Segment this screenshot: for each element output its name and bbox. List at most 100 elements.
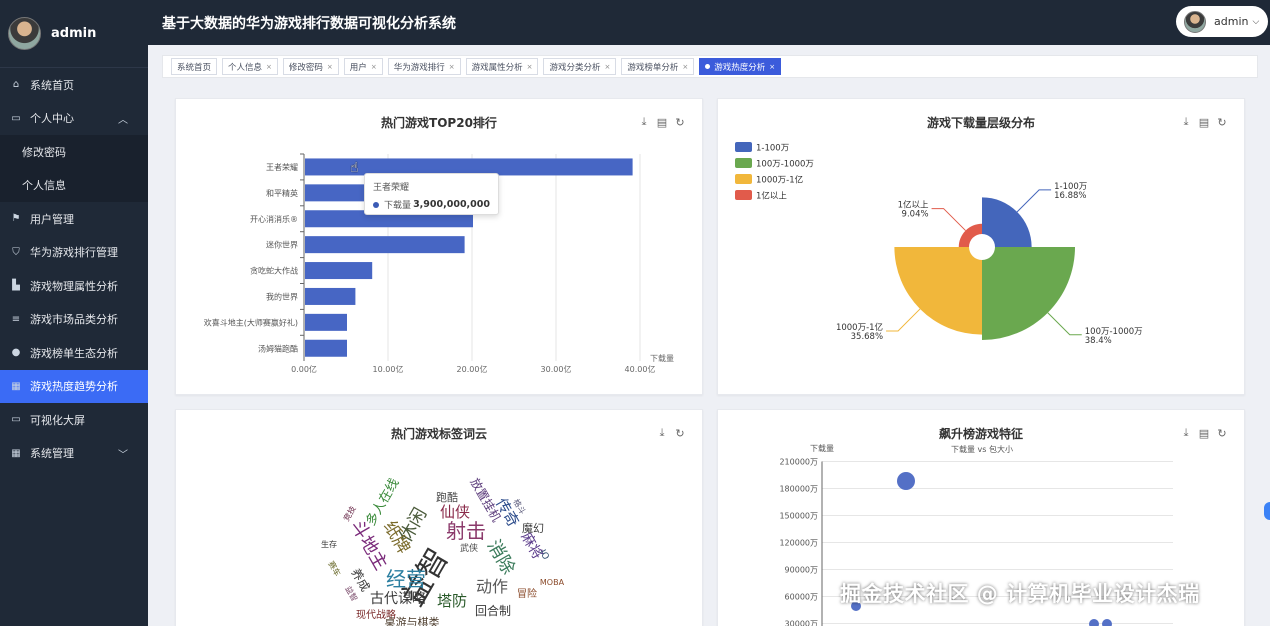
sidebar-menu: ⌂ 系统首页 ▭ 个人中心 ︿ 修改密码 个人信息 ⚑ 用户管理 ⛉ 华为游戏排行管理 ▙ 游戏物理属性… — [0, 68, 148, 470]
word-cloud-word[interactable]: 赛车 — [326, 559, 343, 578]
tab-2[interactable]: 修改密码 × — [282, 58, 339, 75]
word-cloud-word[interactable]: 消除 — [483, 536, 519, 578]
bar[interactable] — [305, 313, 347, 331]
sidebar-item-label: 用户管理 — [30, 212, 74, 226]
tab-8[interactable]: 游戏热度分析 × — [699, 58, 782, 75]
scatter-point[interactable] — [897, 472, 915, 490]
page-title: 基于大数据的华为游戏排行数据可视化分析系统 — [162, 16, 456, 32]
sidebar-item-8[interactable]: ● 游戏榜单生态分析 — [0, 336, 148, 370]
sidebar-item-5[interactable]: ⛉ 华为游戏排行管理 — [0, 236, 148, 270]
word-cloud-word[interactable]: 跑酷 — [436, 490, 458, 504]
trophy-icon: ⛉ — [12, 246, 20, 258]
legend-swatch[interactable] — [735, 190, 752, 200]
flag-icon: ⚑ — [11, 213, 21, 225]
tab-label: 华为游戏排行 — [393, 62, 445, 73]
word-cloud-word[interactable]: 生存 — [321, 539, 337, 549]
tab-label: 用户 — [349, 62, 367, 73]
header-avatar — [1184, 10, 1206, 33]
tab-label: 游戏热度分析 — [714, 62, 766, 73]
legend-swatch[interactable] — [735, 158, 752, 168]
word-cloud-word[interactable]: 经营 — [386, 567, 426, 591]
word-cloud-word[interactable]: 射击 — [446, 519, 486, 543]
legend-label[interactable]: 1-100万 — [756, 144, 789, 154]
bar[interactable] — [305, 236, 465, 254]
downloads-rose-chart[interactable]: 1-100万100万-1000万1000万-1亿1亿以上1-100万16.88%… — [718, 99, 1245, 395]
sidebar-profile[interactable]: admin — [0, 0, 148, 68]
word-cloud-word[interactable]: 武侠 — [460, 542, 478, 554]
tab-3[interactable]: 用户 × — [343, 58, 383, 75]
user-menu-button[interactable]: admin ⌵ — [1176, 6, 1268, 37]
close-icon[interactable]: × — [682, 63, 688, 71]
sidebar-item-6[interactable]: ▙ 游戏物理属性分析 — [0, 269, 148, 303]
tab-0[interactable]: 系统首页 — [171, 58, 218, 75]
sidebar-item-11[interactable]: ▦ 系统管理 ﹀ — [0, 437, 148, 471]
close-icon[interactable]: × — [371, 63, 377, 71]
legend-swatch[interactable] — [735, 174, 752, 184]
word-cloud-word[interactable]: 竞技 — [341, 504, 358, 523]
tab-4[interactable]: 华为游戏排行 × — [387, 58, 461, 75]
word-cloud-word[interactable]: 动作 — [476, 577, 508, 596]
x-tick-label: 0.00亿 — [291, 364, 317, 374]
word-cloud-word[interactable]: MOBA — [540, 578, 565, 587]
word-cloud-word[interactable]: 桌游与棋类 — [385, 615, 440, 626]
sidebar-item-3[interactable]: 个人信息 — [0, 168, 148, 202]
pointer-cursor-icon: ☝ — [350, 160, 359, 176]
user-card-icon: ▭ — [11, 112, 21, 124]
sidebar-item-label: 游戏市场品类分析 — [30, 313, 118, 327]
tab-7[interactable]: 游戏榜单分析 × — [621, 58, 695, 75]
legend-label[interactable]: 1亿以上 — [756, 191, 787, 202]
sidebar-item-1[interactable]: ▭ 个人中心 ︿ — [0, 102, 148, 136]
word-cloud-word[interactable]: 回合制 — [475, 603, 511, 618]
top20-card: 热门游戏TOP20排行 ⤓ ▤ ↻ 0.00亿 10.00亿 20.00亿 30.00… — [175, 98, 703, 395]
x-tick-label: 30.00亿 — [541, 364, 572, 374]
slice-percent: 38.4% — [1085, 336, 1112, 346]
sidebar-item-10[interactable]: ▭ 可视化大屏 — [0, 403, 148, 437]
avatar[interactable] — [8, 17, 41, 50]
tab-1[interactable]: 个人信息 × — [222, 58, 278, 75]
bar[interactable] — [305, 339, 347, 357]
chart-subtitle: 下载量 vs 包大小 — [951, 444, 1013, 454]
bar[interactable] — [305, 262, 373, 280]
word-cloud-word[interactable]: 塔防 — [437, 592, 467, 610]
chart-icon: ▙ — [12, 280, 20, 292]
header-username: admin — [1214, 15, 1249, 28]
legend-label[interactable]: 100万-1000万 — [756, 160, 814, 170]
close-icon[interactable]: × — [604, 63, 610, 71]
close-icon[interactable]: × — [769, 63, 775, 71]
tab-label: 个人信息 — [228, 62, 263, 73]
sidebar-item-4[interactable]: ⚑ 用户管理 — [0, 202, 148, 236]
sidebar-item-label: 系统管理 — [30, 447, 74, 461]
sidebar-item-7[interactable]: ≡ 游戏市场品类分析 — [0, 303, 148, 337]
word-cloud-word[interactable]: 冒险 — [517, 587, 537, 600]
close-icon[interactable]: × — [527, 63, 533, 71]
sidebar-item-label: 个人中心 — [30, 112, 74, 126]
watermark: 掘金技术社区 @ 计算机毕业设计杰瑞 — [840, 582, 1200, 606]
floating-handle[interactable] — [1264, 502, 1270, 520]
slice-percent: 16.88% — [1054, 191, 1086, 201]
slice-percent: 35.68% — [851, 332, 883, 342]
scatter-point[interactable] — [1102, 619, 1112, 626]
sidebar-item-label: 修改密码 — [22, 145, 66, 159]
tag-word-cloud[interactable]: 益智射击经营休闲斗地主纸牌 消除仙侠 传奇麻将动作古代谋略 塔防多人在线 放置挂机跑酷魔… — [176, 410, 703, 626]
word-cloud-word[interactable]: 古代谋略 — [370, 591, 426, 607]
tab-6[interactable]: 游戏分类分析 × — [543, 58, 617, 75]
close-icon[interactable]: × — [266, 63, 272, 71]
y-tick-label: 和平精英 — [266, 188, 298, 198]
scatter-point[interactable] — [1089, 619, 1099, 626]
x-axis-label: 下载量 — [650, 353, 674, 363]
legend-swatch[interactable] — [735, 142, 752, 152]
tab-5[interactable]: 游戏属性分析 × — [465, 58, 539, 75]
sidebar-item-label: 系统首页 — [30, 78, 74, 92]
bar[interactable] — [305, 287, 356, 305]
active-dot-icon — [705, 64, 711, 69]
close-icon[interactable]: × — [449, 63, 455, 71]
sidebar-item-2[interactable]: 修改密码 — [0, 135, 148, 169]
word-cloud-word[interactable]: 仙侠 — [440, 503, 470, 521]
sidebar-item-9[interactable]: ▦ 游戏热度趋势分析 — [0, 369, 148, 403]
top20-bar-chart[interactable]: 0.00亿 10.00亿 20.00亿 30.00亿 40.00亿下载量王者荣耀和平精英… — [176, 99, 703, 395]
word-cloud-word[interactable]: 魔幻 — [522, 521, 544, 535]
close-icon[interactable]: × — [327, 63, 333, 71]
sidebar-item-label: 游戏热度趋势分析 — [30, 380, 118, 394]
legend-label[interactable]: 1000万-1亿 — [756, 175, 803, 186]
sidebar-item-0[interactable]: ⌂ 系统首页 — [0, 68, 148, 102]
